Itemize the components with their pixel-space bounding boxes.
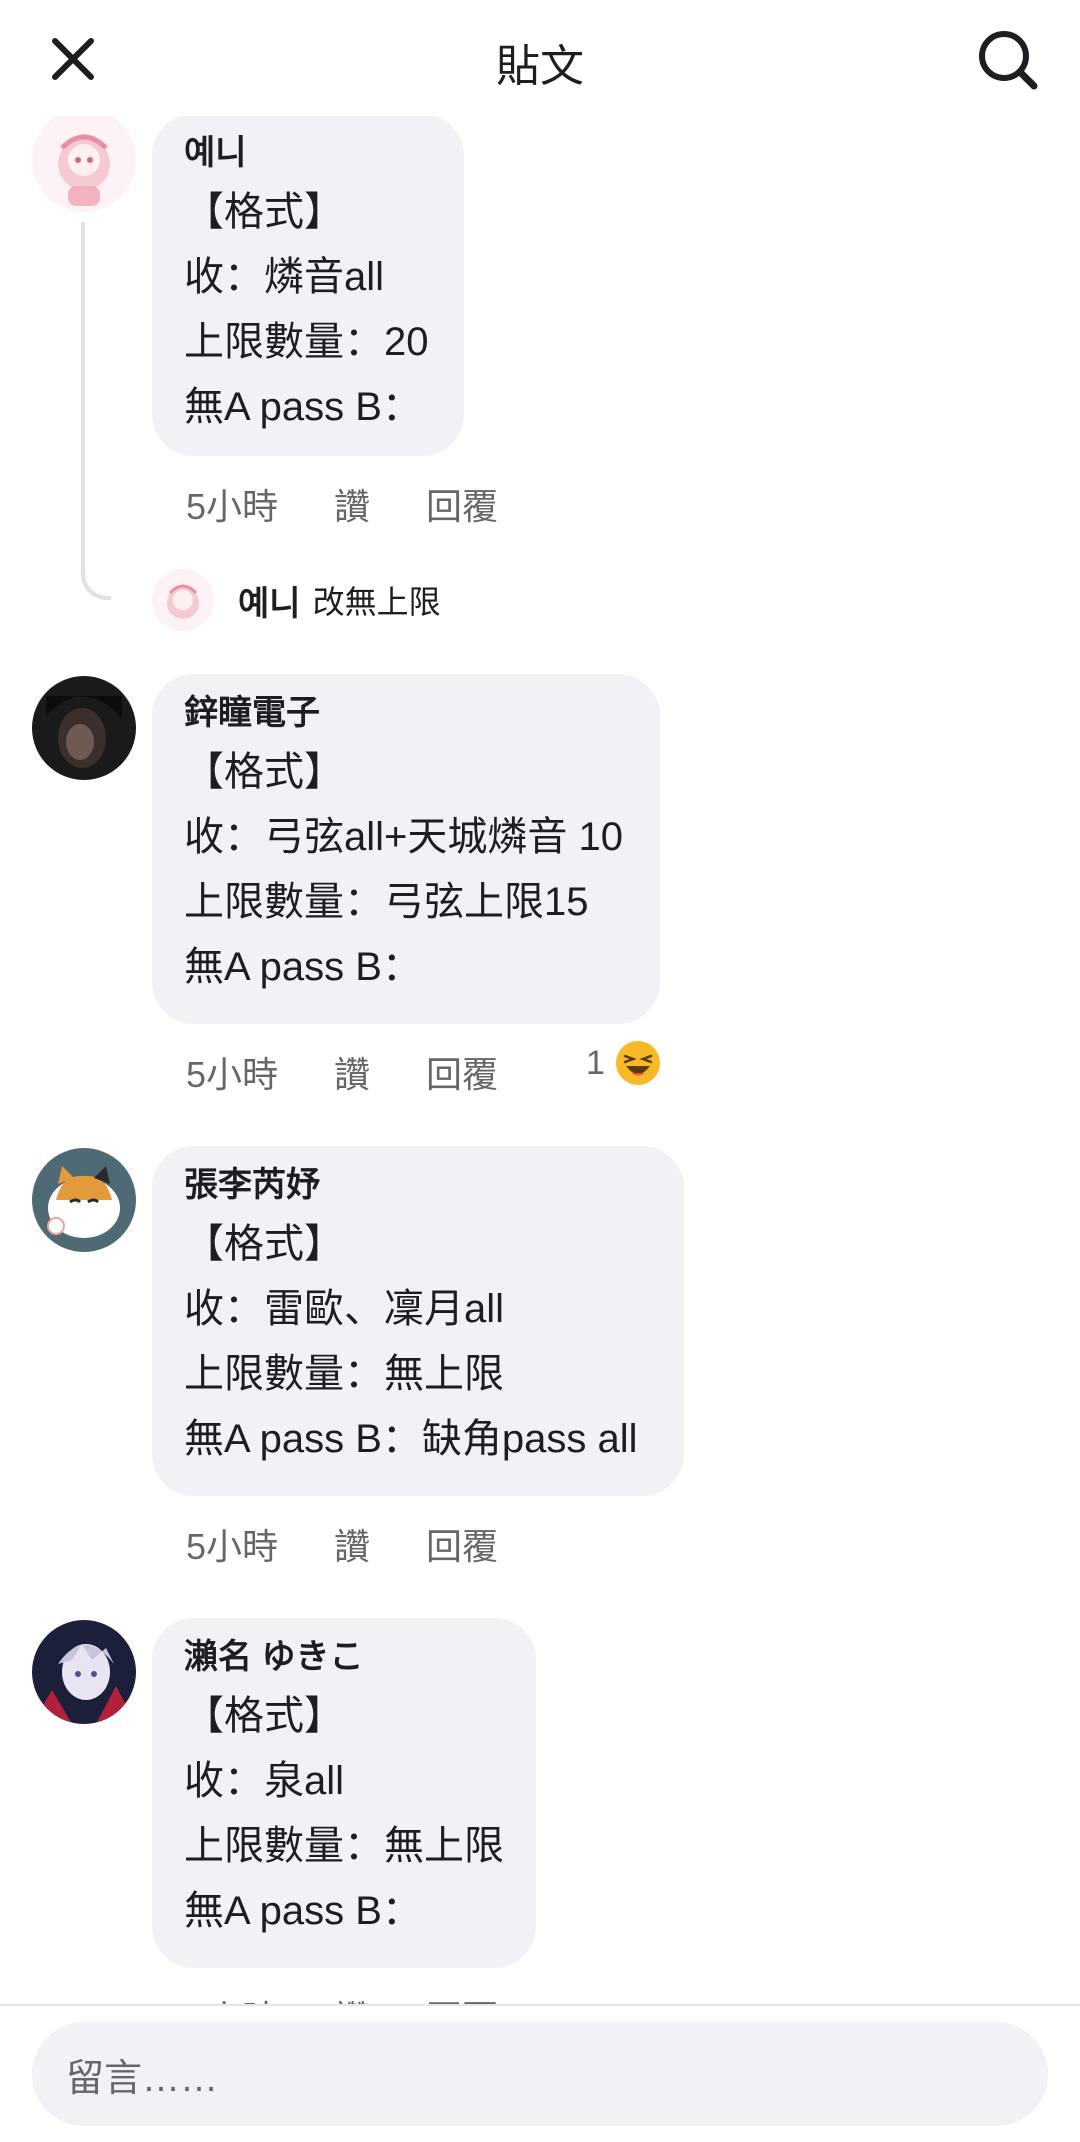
comment-line: 【格式】 (184, 1222, 344, 1266)
comment-author[interactable]: 예니 (184, 130, 432, 180)
like-button[interactable]: 讚 (334, 1518, 370, 1570)
like-button[interactable]: 讚 (334, 1046, 370, 1098)
top-bar: 貼文 (0, 0, 1080, 116)
comment-line: 收：泉all (184, 1759, 345, 1803)
comment-author[interactable]: 張李芮妤 (184, 1162, 652, 1212)
reaction-summary[interactable]: 1 (586, 1040, 661, 1086)
reply-author: 예니 (238, 584, 301, 623)
comment-bubble[interactable]: 張李芮妤 【格式】 收：雷歐、凜月all 上限數量：無上限 無A pass B：… (152, 1146, 684, 1496)
comment-author[interactable]: 鋅瞳電子 (184, 690, 628, 740)
comment-line: 【格式】 (184, 1694, 344, 1738)
timestamp: 5小時 (186, 1526, 279, 1567)
avatar[interactable] (32, 1148, 136, 1252)
thread-connector (81, 222, 111, 600)
like-button[interactable]: 讚 (334, 478, 370, 530)
comment-actions: 5小時 讚 回覆 (186, 478, 554, 530)
comment-composer: 留言…… (0, 2004, 1080, 2142)
comment-line: 上限數量：20 (184, 320, 429, 364)
avatar[interactable] (32, 676, 136, 780)
avatar[interactable] (32, 1620, 136, 1724)
reaction-count: 1 (586, 1043, 605, 1082)
search-button[interactable] (972, 24, 1044, 96)
comment-line: 無A pass B：缺角pass all (184, 1417, 638, 1461)
comment-line: 上限數量：無上限 (184, 1824, 504, 1868)
avatar[interactable] (32, 108, 136, 212)
timestamp: 5小時 (186, 486, 279, 527)
comment-input[interactable]: 留言…… (32, 2022, 1048, 2126)
comment-bubble[interactable]: 鋅瞳電子 【格式】 收：弓弦all+天城燐音 10 上限數量：弓弦上限15 無A… (152, 674, 660, 1024)
comment-line: 上限數量：弓弦上限15 (184, 880, 589, 924)
reply-button[interactable]: 回覆 (426, 1518, 498, 1570)
avatar-anime-pink-image (152, 569, 214, 631)
comment-line: 無A pass B： (184, 945, 422, 989)
avatar-anime-pink-image (32, 108, 136, 212)
avatar-anime-dark-image (32, 1620, 136, 1724)
reply-button[interactable]: 回覆 (426, 478, 498, 530)
comment-line: 無A pass B： (184, 385, 422, 429)
laughing-emoji-icon (615, 1041, 660, 1085)
comment-actions: 5小時 讚 回覆 (186, 1518, 554, 1570)
timestamp: 5小時 (186, 1054, 279, 1095)
page-title: 貼文 (496, 42, 584, 91)
reply-text: 改無上限 (312, 584, 441, 620)
comment-author[interactable]: 瀨名 ゆきこ (184, 1634, 504, 1684)
search-icon (979, 31, 1038, 90)
comment-bubble[interactable]: 瀨名 ゆきこ 【格式】 收：泉all 上限數量：無上限 無A pass B： (152, 1618, 536, 1968)
comment-actions: 5小時 讚 回覆 (186, 1046, 554, 1098)
avatar (152, 569, 214, 631)
comment-line: 收：弓弦all+天城燐音 10 (184, 815, 623, 859)
comment-line: 上限數量：無上限 (184, 1352, 504, 1396)
avatar-dark-photo-image (32, 676, 136, 780)
reply-button[interactable]: 回覆 (426, 1046, 498, 1098)
comment-line: 【格式】 (184, 190, 344, 234)
comment-line: 【格式】 (184, 750, 344, 794)
reply-preview[interactable]: 예니 改無上限 (152, 568, 441, 632)
comment-line: 收：燐音all (184, 255, 385, 299)
comment-line: 收：雷歐、凜月all (184, 1287, 505, 1331)
comment-bubble[interactable]: 예니 【格式】 收：燐音all 上限數量：20 無A pass B： (152, 114, 464, 456)
comment-line: 無A pass B： (184, 1889, 422, 1933)
avatar-cat-illustration-image (32, 1148, 136, 1252)
